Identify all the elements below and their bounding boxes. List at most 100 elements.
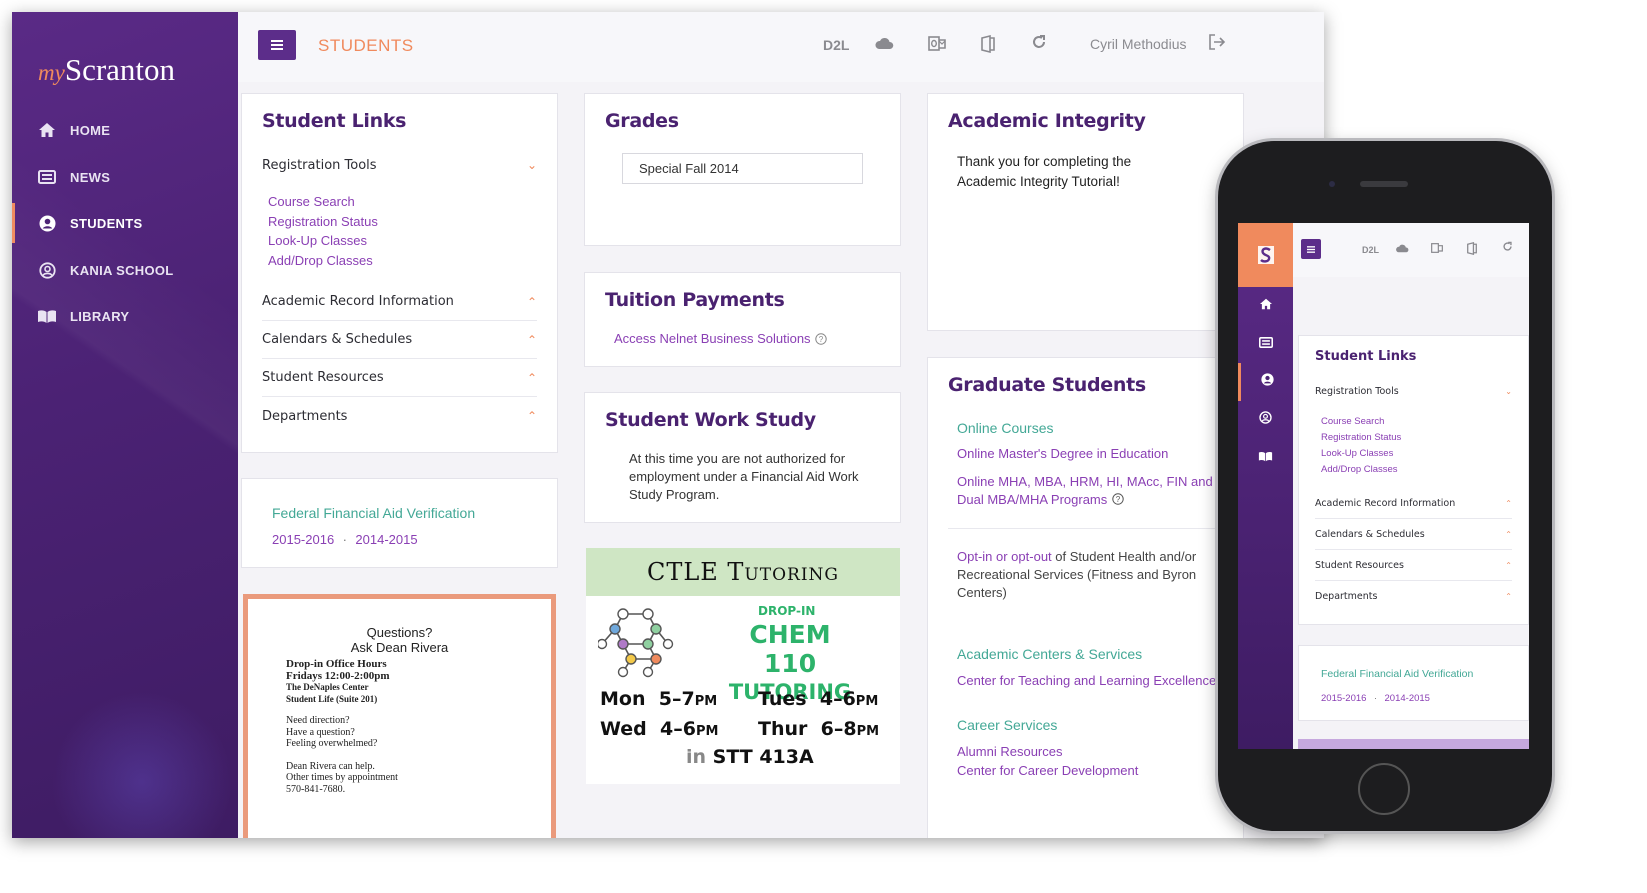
year-2015-2016-link[interactable]: 2015-2016 xyxy=(1321,693,1366,704)
year-2015-2016-link[interactable]: 2015-2016 xyxy=(272,532,334,547)
year-2014-2015-link[interactable]: 2014-2015 xyxy=(355,532,417,547)
accordion-departments[interactable]: Departments ⌃ xyxy=(262,397,537,435)
add-drop-classes-link[interactable]: Add/Drop Classes xyxy=(268,251,378,271)
molecule-icon xyxy=(596,606,688,685)
mobile-nav-kania[interactable] xyxy=(1238,401,1293,439)
menu-toggle-button[interactable] xyxy=(258,30,296,60)
logo-name: Scranton xyxy=(64,52,176,87)
optin-link[interactable]: Opt-in or opt-out xyxy=(957,549,1052,564)
chevron-up-icon: ⌃ xyxy=(1505,560,1512,570)
accordion-student-resources[interactable]: Student Resources ⌃ xyxy=(262,359,537,397)
topbar: STUDENTS D2L Cyril Methodius xyxy=(238,12,1324,82)
ctle-link[interactable]: Center for Teaching and Learning Excelle… xyxy=(957,673,1216,688)
flyer-line1: Questions? xyxy=(366,625,433,640)
pm: PM xyxy=(856,724,880,739)
career-development-link[interactable]: Center for Career Development xyxy=(957,763,1138,778)
sidebar-item-home[interactable]: HOME xyxy=(12,110,238,150)
mobile-accordion-academic-record[interactable]: Academic Record Information ⌃ xyxy=(1315,488,1512,519)
sidebar-item-label: NEWS xyxy=(70,169,111,185)
help-circle-icon[interactable]: ? xyxy=(814,332,827,345)
student-links-card: Student Links Registration Tools ⌄ Course… xyxy=(241,93,558,453)
cloud-icon[interactable] xyxy=(1395,244,1409,255)
page-title: STUDENTS xyxy=(318,36,414,55)
separator-dot: · xyxy=(342,532,347,547)
accordion-registration-tools[interactable]: Registration Tools ⌄ xyxy=(262,146,537,184)
mobile-nav-students[interactable] xyxy=(1238,363,1293,401)
mobile-accordion-departments[interactable]: Departments ⌃ xyxy=(1315,581,1512,612)
sidebar-item-students[interactable]: STUDENTS xyxy=(12,203,238,243)
mobile-student-links-card: Student Links Registration Tools ⌄ Course… xyxy=(1298,335,1529,625)
mobile-menu-button[interactable] xyxy=(1301,239,1321,259)
accordion-calendars[interactable]: Calendars & Schedules ⌃ xyxy=(262,321,537,359)
look-up-classes-link[interactable]: Look-Up Classes xyxy=(1321,446,1401,462)
mobile-financial-aid-card: Federal Financial Aid Verification 2015-… xyxy=(1298,645,1529,721)
add-drop-classes-link[interactable]: Add/Drop Classes xyxy=(1321,462,1401,478)
accordion-label: Academic Record Information xyxy=(1315,497,1456,509)
office-icon[interactable] xyxy=(1467,241,1477,257)
ctle-title: CTLE Tutoring xyxy=(586,548,900,596)
refresh-icon[interactable] xyxy=(1031,34,1047,53)
registration-status-link[interactable]: Registration Status xyxy=(1321,430,1401,446)
online-programs-link[interactable]: Online MHA, MBA, HRM, HI, MAcc, FIN and … xyxy=(957,474,1213,507)
accordion-academic-record[interactable]: Academic Record Information ⌃ xyxy=(262,283,537,321)
look-up-classes-link[interactable]: Look-Up Classes xyxy=(268,231,378,251)
divider xyxy=(948,528,1223,529)
mobile-accordion-registration[interactable]: Registration Tools ⌄ xyxy=(1315,376,1512,407)
mobile-next-card-edge xyxy=(1298,739,1529,749)
d2l-link[interactable]: D2L xyxy=(823,37,849,53)
registration-status-link[interactable]: Registration Status xyxy=(268,212,378,232)
sidebar-item-kania-school[interactable]: KANIA SCHOOL xyxy=(12,250,238,290)
alumni-resources-link[interactable]: Alumni Resources xyxy=(957,744,1063,759)
academic-integrity-card: Academic Integrity Thank you for complet… xyxy=(927,93,1244,331)
flyer-other: Other times by appointment xyxy=(286,772,398,783)
financial-aid-title[interactable]: Federal Financial Aid Verification xyxy=(272,505,475,521)
financial-aid-years: 2015-2016 · 2014-2015 xyxy=(272,531,418,549)
nelnet-link[interactable]: Access Nelnet Business Solutions xyxy=(614,331,811,346)
nelnet-link-row: Access Nelnet Business Solutions ? xyxy=(614,331,827,346)
course-search-link[interactable]: Course Search xyxy=(1321,414,1401,430)
office-icon[interactable] xyxy=(981,34,995,56)
mobile-registration-links: Course Search Registration Status Look-U… xyxy=(1321,414,1401,478)
sidebar-item-news[interactable]: NEWS xyxy=(12,157,238,197)
user-circle-outline-icon xyxy=(1259,411,1272,429)
mobile-nav-news[interactable] xyxy=(1238,325,1293,363)
user-name[interactable]: Cyril Methodius xyxy=(1090,36,1186,52)
cloud-icon[interactable] xyxy=(874,37,894,53)
mobile-accordion-calendars[interactable]: Calendars & Schedules ⌃ xyxy=(1315,519,1512,550)
sign-out-icon[interactable] xyxy=(1208,34,1226,53)
svg-text:?: ? xyxy=(818,335,823,344)
mobile-d2l-link[interactable]: D2L xyxy=(1362,245,1379,255)
outlook-icon[interactable] xyxy=(1431,242,1443,256)
mobile-financial-aid-title[interactable]: Federal Financial Aid Verification xyxy=(1321,668,1473,680)
term-select[interactable]: Special Fall 2014 xyxy=(622,153,863,184)
flyer-help: Dean Rivera can help. xyxy=(286,760,375,772)
accordion-label: Departments xyxy=(262,408,348,424)
time: 5–7 xyxy=(658,688,695,710)
mobile-nav-home[interactable] xyxy=(1238,287,1293,325)
mobile-nav-library[interactable] xyxy=(1238,439,1293,477)
refresh-icon[interactable] xyxy=(1502,241,1513,254)
chevron-down-icon: ⌄ xyxy=(1505,387,1512,396)
outlook-icon[interactable] xyxy=(928,35,946,55)
online-courses-heading: Online Courses xyxy=(957,420,1054,436)
career-services-heading: Career Services xyxy=(957,717,1058,733)
desktop-window: myScranton HOME NEWS STUDENTS KANIA SCHO… xyxy=(12,12,1324,838)
myscranton-logo[interactable]: myScranton xyxy=(38,52,175,88)
accordion-label: Student Resources xyxy=(1315,559,1404,571)
sidebar-item-library[interactable]: LIBRARY xyxy=(12,296,238,336)
help-circle-icon[interactable]: ? xyxy=(1112,493,1124,505)
ctle-tutoring-banner[interactable]: CTLE Tutoring DROP-IN CHEM 110 TUTORING … xyxy=(586,548,900,784)
scranton-s-logo[interactable] xyxy=(1238,223,1293,287)
academic-centers-heading: Academic Centers & Services xyxy=(957,646,1143,662)
mobile-accordion-student-resources[interactable]: Student Resources ⌃ xyxy=(1315,550,1512,581)
sidebar-item-label: STUDENTS xyxy=(70,215,143,231)
course-search-link[interactable]: Course Search xyxy=(268,192,378,212)
phone-speaker xyxy=(1360,181,1408,187)
time: 6–8 xyxy=(820,718,857,740)
year-2014-2015-link[interactable]: 2014-2015 xyxy=(1385,693,1430,704)
online-masters-education-link[interactable]: Online Master's Degree in Education xyxy=(957,446,1168,461)
chevron-up-icon: ⌃ xyxy=(526,332,537,347)
book-open-icon xyxy=(1258,449,1273,467)
academic-integrity-title: Academic Integrity xyxy=(948,110,1146,132)
phone-home-button[interactable] xyxy=(1358,763,1410,815)
